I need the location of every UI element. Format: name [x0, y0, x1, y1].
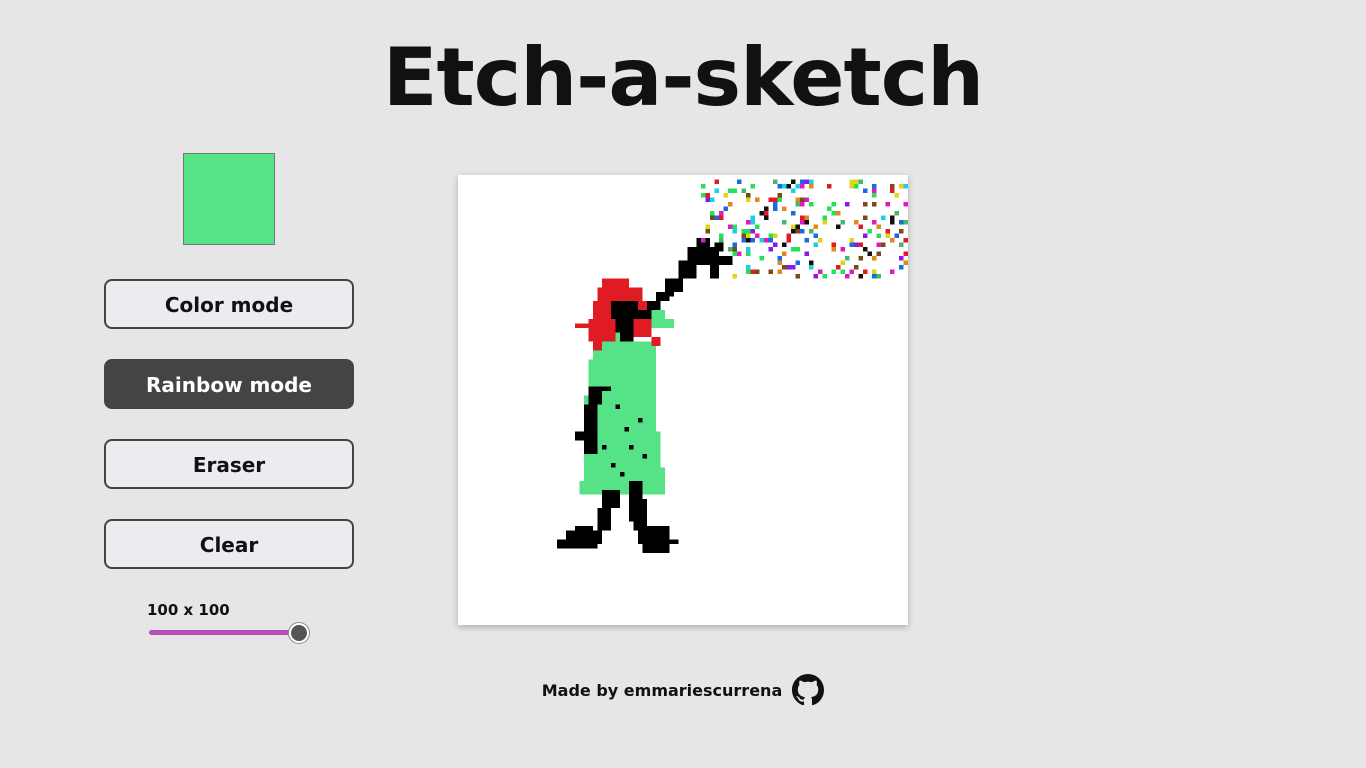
slider-thumb[interactable] [289, 623, 309, 643]
grid-size-label: 100 x 100 [147, 601, 230, 619]
slider-track [149, 630, 299, 635]
page: Etch-a-sketch Color mode Rainbow mode Er… [0, 0, 1366, 768]
rainbow-mode-button[interactable]: Rainbow mode [104, 359, 354, 409]
grid-size-slider[interactable] [149, 623, 309, 643]
drawing-canvas[interactable] [458, 175, 908, 625]
clear-button[interactable]: Clear [104, 519, 354, 569]
github-icon[interactable] [792, 674, 825, 706]
page-title: Etch-a-sketch [382, 31, 984, 124]
eraser-button[interactable]: Eraser [104, 439, 354, 489]
made-by-text: Made by emmariescurrena [541, 680, 783, 700]
footer: Made by emmariescurrena [0, 674, 1366, 706]
color-mode-button[interactable]: Color mode [104, 279, 354, 329]
drawing-board[interactable] [458, 175, 908, 625]
color-picker[interactable] [183, 153, 275, 245]
